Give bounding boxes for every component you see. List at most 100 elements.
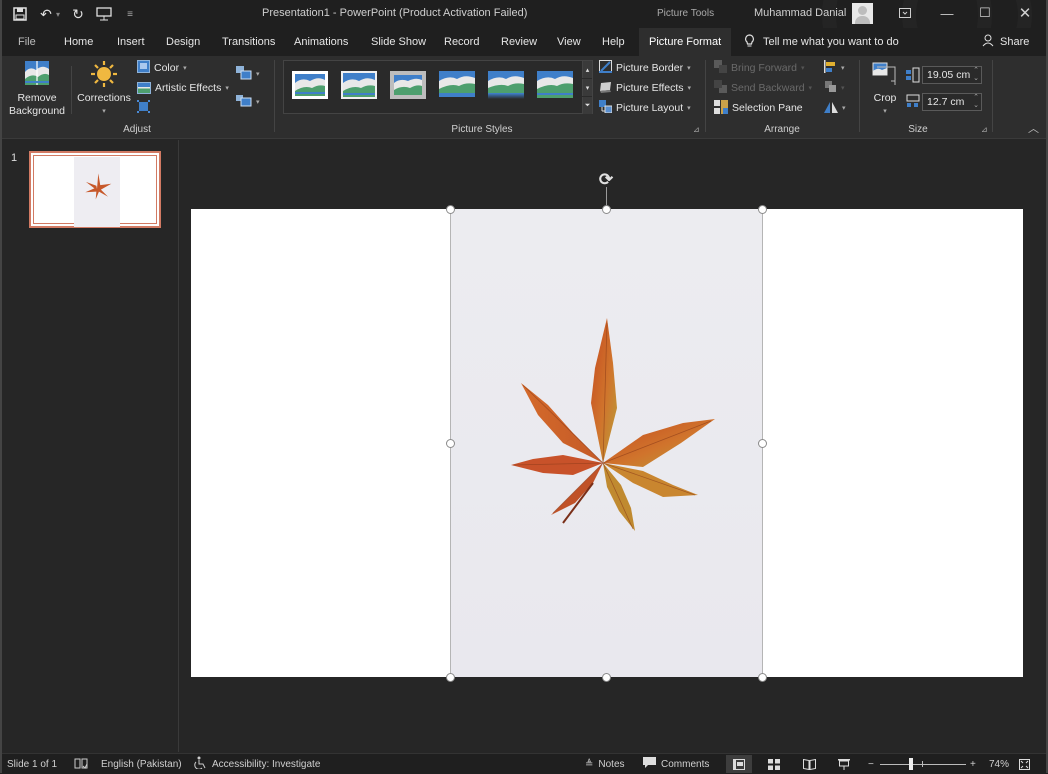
- user-name[interactable]: Muhammad Danial: [754, 7, 846, 19]
- accessibility-checker[interactable]: Accessibility: Investigate: [194, 754, 320, 774]
- zoom-out-button[interactable]: −: [868, 754, 874, 774]
- compress-pictures-button[interactable]: ▾: [236, 65, 260, 83]
- rotate-objects-button[interactable]: ▾: [824, 99, 846, 117]
- tab-review[interactable]: Review: [499, 28, 539, 56]
- reading-view-button[interactable]: [796, 755, 822, 773]
- zoom-level[interactable]: 74%: [989, 754, 1009, 774]
- collapse-ribbon-icon[interactable]: ︿: [1028, 120, 1039, 136]
- gallery-scroll-down[interactable]: ▾: [582, 79, 592, 96]
- spelling-check-icon[interactable]: [74, 754, 88, 774]
- transparency-button[interactable]: [137, 99, 150, 117]
- gallery-more[interactable]: ⏷: [582, 97, 592, 114]
- change-picture-button[interactable]: ▾: [236, 93, 260, 111]
- send-backward-button[interactable]: Send Backward ▾: [714, 79, 812, 97]
- resize-handle-bottom-right[interactable]: [758, 673, 767, 682]
- color-icon: [137, 60, 150, 76]
- artistic-effects-button[interactable]: Artistic Effects ▾: [137, 79, 229, 97]
- language-indicator[interactable]: English (Pakistan): [101, 754, 182, 774]
- zoom-slider-thumb[interactable]: [909, 758, 913, 770]
- picture-style-thumb[interactable]: [292, 71, 328, 99]
- rotation-handle-icon[interactable]: ⟳: [596, 170, 616, 190]
- undo-icon[interactable]: ↶: [38, 6, 54, 22]
- shape-height-input[interactable]: 19.05 cm ⌃ ⌄: [922, 66, 982, 84]
- tab-view[interactable]: View: [555, 28, 583, 56]
- redo-icon[interactable]: ↻: [70, 6, 86, 22]
- chevron-down-icon: ▾: [841, 85, 845, 92]
- picture-style-thumb[interactable]: [488, 71, 524, 99]
- shape-width-spinner[interactable]: ⌃ ⌄: [973, 94, 979, 110]
- send-backward-icon: [714, 80, 727, 96]
- tab-design[interactable]: Design: [164, 28, 202, 56]
- slide-sorter-view-button[interactable]: [761, 755, 787, 773]
- zoom-slider-center-mark: [922, 761, 923, 767]
- tab-transitions[interactable]: Transitions: [220, 28, 277, 56]
- avatar[interactable]: [852, 3, 873, 24]
- slide-canvas[interactable]: [191, 209, 1023, 677]
- tab-home[interactable]: Home: [62, 28, 95, 56]
- bring-forward-button[interactable]: Bring Forward ▾: [714, 59, 804, 77]
- fit-to-window-icon[interactable]: [1019, 754, 1030, 774]
- resize-handle-top[interactable]: [602, 205, 611, 214]
- color-button[interactable]: Color ▾: [137, 59, 187, 77]
- maximize-button[interactable]: ☐: [975, 4, 995, 22]
- save-icon[interactable]: [12, 6, 28, 22]
- tab-picture-format[interactable]: Picture Format: [639, 28, 732, 56]
- picture-style-thumb[interactable]: [537, 71, 573, 99]
- resize-handle-bottom[interactable]: [602, 673, 611, 682]
- sun-icon: [90, 60, 118, 92]
- tab-animations[interactable]: Animations: [292, 28, 350, 56]
- shape-width-value: 12.7 cm: [927, 96, 965, 108]
- crop-button[interactable]: Crop ▾: [868, 62, 902, 118]
- share-button[interactable]: Share: [982, 28, 1029, 56]
- group-objects-button[interactable]: ▾: [824, 79, 845, 97]
- remove-background-label-2: Background: [8, 105, 66, 117]
- slide-show-button[interactable]: [831, 755, 857, 773]
- normal-view-button[interactable]: [726, 755, 752, 773]
- picture-style-thumb[interactable]: [390, 71, 426, 99]
- minimize-button[interactable]: —: [937, 4, 957, 22]
- share-label: Share: [1000, 36, 1030, 48]
- selection-pane-button[interactable]: Selection Pane: [714, 99, 803, 117]
- tab-slide-show[interactable]: Slide Show: [369, 28, 428, 56]
- present-from-start-icon[interactable]: [96, 6, 112, 22]
- picture-style-thumb[interactable]: [341, 71, 377, 99]
- tab-record[interactable]: Record: [442, 28, 481, 56]
- align-button[interactable]: ▾: [824, 59, 845, 77]
- picture-effects-button[interactable]: Picture Effects ▾: [599, 79, 691, 97]
- chevron-down-icon: ▾: [687, 65, 691, 72]
- quick-access-toolbar: ↶ ▾ ↻ ≡: [12, 4, 138, 24]
- picture-border-button[interactable]: Picture Border ▾: [599, 59, 691, 77]
- slide-thumbnail[interactable]: [29, 151, 161, 228]
- thumbnail-picture: [74, 157, 120, 227]
- shape-height-spinner[interactable]: ⌃ ⌄: [973, 67, 979, 83]
- resize-handle-bottom-left[interactable]: [446, 673, 455, 682]
- comments-button[interactable]: Comments: [643, 754, 709, 774]
- picture-border-icon: [599, 60, 612, 76]
- thumbnail-leaf-icon: [85, 173, 112, 200]
- picture-layout-button[interactable]: Picture Layout ▾: [599, 99, 691, 117]
- picture-maple-leaf[interactable]: [450, 209, 763, 677]
- resize-handle-left[interactable]: [446, 439, 455, 448]
- tab-insert[interactable]: Insert: [115, 28, 147, 56]
- customize-qat-icon[interactable]: ≡: [122, 6, 138, 22]
- undo-dropdown-icon[interactable]: ▾: [56, 10, 60, 19]
- resize-handle-top-left[interactable]: [446, 205, 455, 214]
- remove-background-button[interactable]: Remove Background: [8, 60, 66, 118]
- picture-style-thumb[interactable]: [439, 71, 475, 99]
- close-button[interactable]: ✕: [1015, 4, 1035, 22]
- corrections-button[interactable]: Corrections ▾: [76, 60, 132, 118]
- gallery-scroll-up[interactable]: ▴: [582, 61, 592, 78]
- resize-handle-top-right[interactable]: [758, 205, 767, 214]
- size-dialog-launcher[interactable]: ⊿: [981, 125, 988, 134]
- shape-width-input[interactable]: 12.7 cm ⌃ ⌄: [922, 93, 982, 111]
- tab-file[interactable]: File: [16, 28, 38, 56]
- tab-help[interactable]: Help: [600, 28, 627, 56]
- tell-me-search[interactable]: Tell me what you want to do: [744, 28, 899, 56]
- zoom-in-button[interactable]: +: [970, 754, 976, 774]
- resize-handle-right[interactable]: [758, 439, 767, 448]
- ribbon-display-options-icon[interactable]: [895, 4, 915, 22]
- zoom-slider-track[interactable]: [880, 764, 966, 765]
- shape-width-icon: [906, 94, 920, 113]
- notes-button[interactable]: ≜ Notes: [585, 754, 625, 774]
- picture-styles-dialog-launcher[interactable]: ⊿: [693, 125, 700, 134]
